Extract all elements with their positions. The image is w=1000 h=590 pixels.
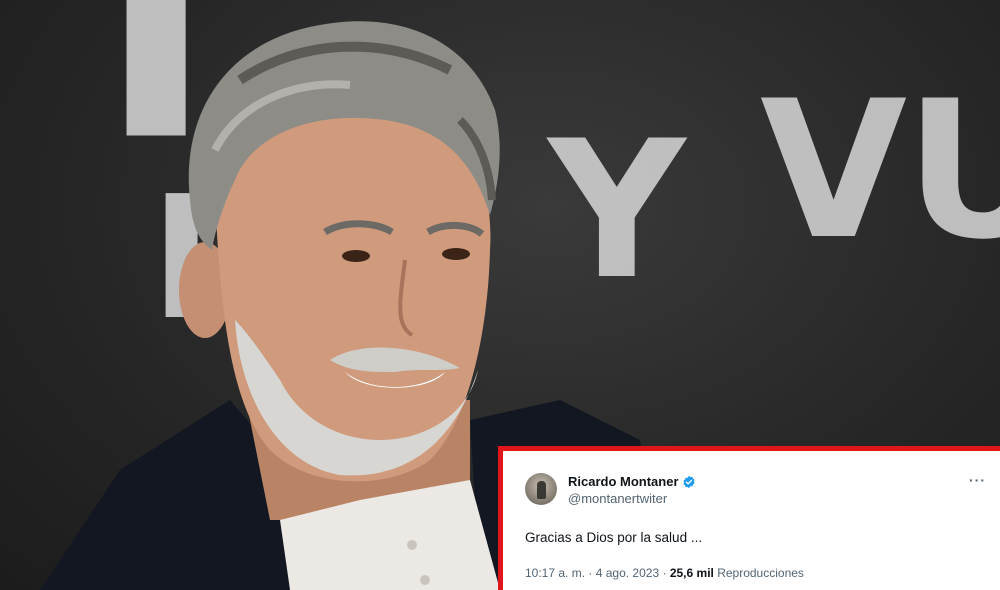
tweet-card[interactable]: Ricardo Montaner @montanertwiter ··· Gra…	[503, 451, 1000, 590]
tweet-date[interactable]: 4 ago. 2023	[596, 566, 659, 580]
views-count: 25,6 mil	[669, 566, 714, 580]
shirt-button-2	[420, 575, 430, 585]
tweet-red-frame: Ricardo Montaner @montanertwiter ··· Gra…	[498, 446, 1000, 590]
more-options-icon[interactable]: ···	[969, 473, 986, 487]
eye-left	[342, 250, 370, 262]
tweet-meta: 10:17 a. m. · 4 ago. 2023 · 25,6 mil Rep…	[525, 565, 984, 581]
tweet-text: Gracias a Dios por la salud ...	[525, 530, 703, 545]
shirt-button-1	[407, 540, 417, 550]
avatar[interactable]	[525, 473, 557, 505]
verified-badge-icon	[682, 475, 695, 488]
meta-separator: ·	[588, 566, 593, 580]
eye-right	[442, 248, 470, 260]
meta-separator-2: ·	[662, 566, 667, 580]
tweet-time[interactable]: 10:17 a. m.	[525, 566, 585, 580]
author-name-row: Ricardo Montaner	[568, 473, 696, 490]
author-handle[interactable]: @montanertwiter	[568, 490, 696, 507]
views-label: Reproducciones	[717, 566, 804, 580]
author-block: Ricardo Montaner @montanertwiter	[568, 473, 696, 507]
author-name[interactable]: Ricardo Montaner	[568, 473, 679, 490]
tweet-header: Ricardo Montaner @montanertwiter	[525, 473, 984, 507]
